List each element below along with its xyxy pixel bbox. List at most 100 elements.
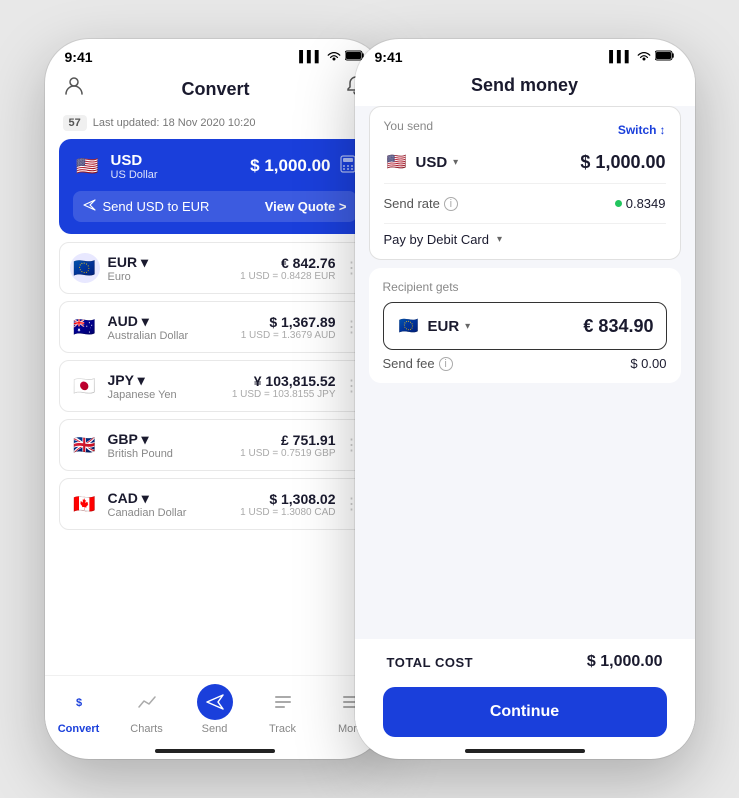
divider-1 bbox=[384, 183, 666, 184]
signal-icon-right: ▌▌▌ bbox=[609, 51, 632, 63]
selected-currency-card[interactable]: 🇺🇸 USD US Dollar $ 1,000.00 bbox=[59, 139, 371, 234]
nav-header-left: Convert bbox=[45, 71, 385, 111]
usd-flag: 🇺🇸 bbox=[73, 151, 103, 181]
cad-flag: 🇨🇦 bbox=[70, 489, 100, 519]
tab-convert[interactable]: $ Convert bbox=[45, 684, 113, 735]
aud-flag: 🇦🇺 bbox=[70, 312, 100, 342]
recipient-gets-label: Recipient gets bbox=[383, 280, 667, 294]
status-time-left: 9:41 bbox=[65, 49, 93, 65]
send-rate-row: Send rate i 0.8349 bbox=[384, 192, 666, 215]
aud-code: AUD ▾ bbox=[108, 313, 189, 330]
send-rate-label-text: Send rate bbox=[384, 196, 440, 211]
recipient-currency-code: EUR bbox=[428, 318, 460, 335]
send-rate-info-icon[interactable]: i bbox=[444, 197, 458, 211]
selected-currency-amount: $ 1,000.00 bbox=[250, 156, 330, 176]
pay-by-row[interactable]: Pay by Debit Card ▾ bbox=[384, 232, 666, 247]
currency-list: 🇪🇺 EUR ▾ Euro € 842.76 1 USD = 0.8428 EU… bbox=[45, 242, 385, 675]
list-item[interactable]: 🇨🇦 CAD ▾ Canadian Dollar $ 1,308.02 1 US… bbox=[59, 478, 371, 530]
cad-code: CAD ▾ bbox=[108, 490, 187, 507]
status-bar-right: 9:41 ▌▌▌ bbox=[355, 39, 695, 71]
right-phone: 9:41 ▌▌▌ Send money You send Sw bbox=[355, 39, 695, 759]
list-item[interactable]: 🇬🇧 GBP ▾ British Pound £ 751.91 1 USD = … bbox=[59, 419, 371, 471]
eur-code: EUR ▾ bbox=[108, 254, 148, 271]
track-tab-icon-wrap bbox=[265, 684, 301, 720]
track-tab-label: Track bbox=[269, 723, 296, 735]
eur-flag: 🇪🇺 bbox=[70, 253, 100, 283]
total-cost-bar: TOTAL COST $ 1,000.00 bbox=[383, 639, 667, 681]
switch-button[interactable]: Switch ↕ bbox=[618, 123, 666, 137]
selected-currency-name: US Dollar bbox=[111, 169, 158, 181]
tab-charts[interactable]: Charts bbox=[113, 684, 181, 735]
currency-count-badge: 57 bbox=[63, 115, 87, 131]
signal-icon: ▌▌▌ bbox=[299, 51, 322, 63]
recipient-row[interactable]: 🇪🇺 EUR ▾ € 834.90 bbox=[383, 302, 667, 350]
tab-track[interactable]: Track bbox=[249, 684, 317, 735]
calculator-icon[interactable] bbox=[339, 155, 357, 178]
recipient-chevron-icon: ▾ bbox=[465, 321, 470, 332]
jpy-flag: 🇯🇵 bbox=[70, 371, 100, 401]
tab-send[interactable]: Send bbox=[181, 684, 249, 735]
recipient-amount: € 834.90 bbox=[583, 316, 653, 337]
recipient-flag: 🇪🇺 bbox=[396, 313, 422, 339]
continue-button[interactable]: Continue bbox=[383, 687, 667, 737]
status-icons-left: ▌▌▌ bbox=[299, 50, 364, 65]
gbp-code: GBP ▾ bbox=[108, 431, 173, 448]
cad-amount: $ 1,308.02 bbox=[240, 491, 335, 507]
wifi-icon bbox=[327, 50, 341, 65]
tab-bar: $ Convert Charts Send bbox=[45, 675, 385, 749]
gbp-amount: £ 751.91 bbox=[240, 432, 335, 448]
convert-tab-icon-wrap: $ bbox=[61, 684, 97, 720]
sender-amount: $ 1,000.00 bbox=[580, 152, 665, 173]
aud-rate: 1 USD = 1.3679 AUD bbox=[241, 330, 336, 341]
send-fee-info-icon[interactable]: i bbox=[439, 357, 453, 371]
page-title-left: Convert bbox=[181, 79, 249, 100]
cad-name: Canadian Dollar bbox=[108, 507, 187, 519]
status-icons-right: ▌▌▌ bbox=[609, 50, 674, 65]
eur-amount: € 842.76 bbox=[240, 255, 335, 271]
send-rate-value-text: 0.8349 bbox=[626, 196, 666, 211]
view-quote-button[interactable]: View Quote > bbox=[265, 199, 347, 214]
last-updated-text: Last updated: 18 Nov 2020 10:20 bbox=[93, 117, 256, 129]
recipient-currency-select[interactable]: 🇪🇺 EUR ▾ bbox=[396, 313, 471, 339]
last-updated-row: 57 Last updated: 18 Nov 2020 10:20 bbox=[45, 111, 385, 139]
send-usd-eur-label: Send USD to EUR bbox=[103, 199, 210, 214]
send-money-page: You send Switch ↕ 🇺🇸 USD ▾ $ 1,000.00 bbox=[355, 106, 695, 749]
jpy-name: Japanese Yen bbox=[108, 389, 177, 401]
jpy-amount: ¥ 103,815.52 bbox=[232, 373, 336, 389]
selected-currency-code: USD bbox=[111, 152, 158, 169]
aud-amount: $ 1,367.89 bbox=[241, 314, 336, 330]
left-phone: 9:41 ▌▌▌ Convert 57 Last bbox=[45, 39, 385, 759]
you-send-label: You send bbox=[384, 119, 434, 133]
divider-2 bbox=[384, 223, 666, 224]
gbp-rate: 1 USD = 0.7519 GBP bbox=[240, 448, 335, 459]
sender-currency-code: USD bbox=[416, 154, 448, 171]
gbp-name: British Pound bbox=[108, 448, 173, 460]
pay-by-chevron-icon: ▾ bbox=[497, 234, 502, 245]
jpy-rate: 1 USD = 103.8155 JPY bbox=[232, 389, 336, 400]
switch-icon: ↕ bbox=[660, 123, 666, 137]
sender-currency-select[interactable]: 🇺🇸 USD ▾ bbox=[384, 149, 459, 175]
gbp-flag: 🇬🇧 bbox=[70, 430, 100, 460]
list-item[interactable]: 🇪🇺 EUR ▾ Euro € 842.76 1 USD = 0.8428 EU… bbox=[59, 242, 371, 294]
pay-by-label: Pay by Debit Card bbox=[384, 232, 490, 247]
list-item[interactable]: 🇯🇵 JPY ▾ Japanese Yen ¥ 103,815.52 1 USD… bbox=[59, 360, 371, 412]
list-item[interactable]: 🇦🇺 AUD ▾ Australian Dollar $ 1,367.89 1 … bbox=[59, 301, 371, 353]
send-quote-row[interactable]: Send USD to EUR View Quote > bbox=[73, 191, 357, 222]
eur-name: Euro bbox=[108, 271, 148, 283]
send-tab-icon-wrap bbox=[197, 684, 233, 720]
cad-rate: 1 USD = 1.3080 CAD bbox=[240, 507, 335, 518]
you-send-section: You send Switch ↕ 🇺🇸 USD ▾ $ 1,000.00 bbox=[369, 106, 681, 260]
sender-row: 🇺🇸 USD ▾ $ 1,000.00 bbox=[384, 149, 666, 175]
sender-chevron-icon: ▾ bbox=[453, 157, 458, 168]
jpy-code: JPY ▾ bbox=[108, 372, 177, 389]
send-fee-row: Send fee i $ 0.00 bbox=[383, 350, 667, 371]
svg-text:$: $ bbox=[75, 697, 81, 709]
aud-name: Australian Dollar bbox=[108, 330, 189, 342]
person-icon[interactable] bbox=[63, 75, 85, 103]
send-fee-label-text: Send fee bbox=[383, 356, 435, 371]
sender-flag: 🇺🇸 bbox=[384, 149, 410, 175]
status-time-right: 9:41 bbox=[375, 49, 403, 65]
charts-tab-icon-wrap bbox=[129, 684, 165, 720]
status-bar-left: 9:41 ▌▌▌ bbox=[45, 39, 385, 71]
battery-icon-right bbox=[655, 50, 675, 64]
